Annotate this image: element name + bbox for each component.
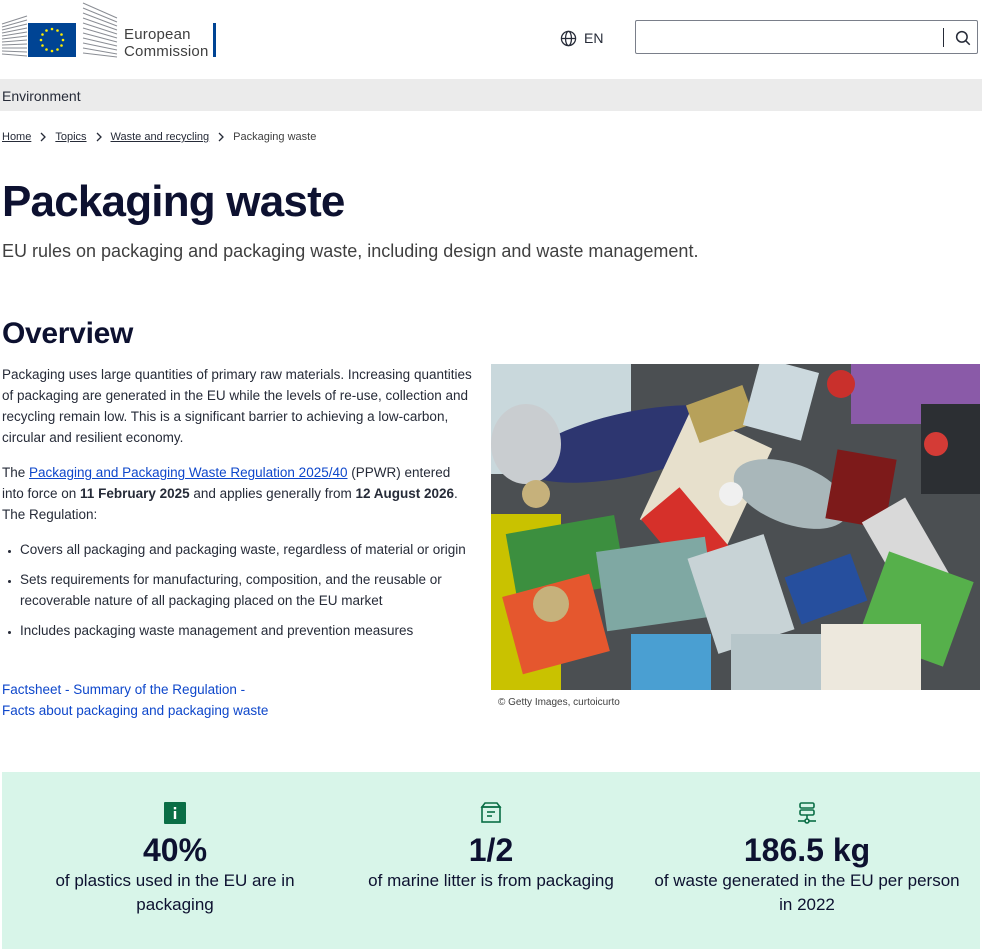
regulation-bullet-list: Covers all packaging and packaging waste…	[2, 539, 474, 641]
language-code: EN	[584, 30, 604, 46]
archive-box-icon	[480, 802, 502, 823]
database-icon	[798, 802, 816, 824]
overview-heading: Overview	[2, 317, 134, 350]
breadcrumb-waste-and-recycling[interactable]: Waste and recycling	[111, 131, 210, 143]
globe-icon	[560, 30, 577, 46]
search-box	[635, 20, 978, 54]
stat-value: 40%	[142, 832, 208, 868]
packaging-waste-photo	[491, 364, 980, 690]
european-commission-logo[interactable]: European Commission	[0, 0, 220, 64]
statistics-band: 40% of plastics used in the EU are in pa…	[2, 772, 980, 949]
list-item: Sets requirements for manufacturing, com…	[20, 569, 474, 611]
stat-label: of marine litter is from packaging	[368, 871, 614, 890]
chevron-right-icon	[217, 132, 225, 142]
factsheet-summary-link[interactable]: Factsheet - Summary of the Regulation -	[2, 682, 245, 697]
overview-text: Packaging uses large quantities of prima…	[2, 364, 474, 650]
site-header: European Commission EN	[0, 0, 982, 79]
stat-label: of waste generated in the EU per person …	[654, 871, 960, 914]
list-item: Includes packaging waste management and …	[20, 620, 474, 641]
search-divider	[943, 28, 944, 47]
logo-text: European Commission	[124, 26, 209, 60]
search-button[interactable]	[948, 22, 978, 54]
logo-divider	[213, 23, 216, 57]
breadcrumb: Home Topics Waste and recycling Packagin…	[2, 131, 316, 143]
site-name-bar: Environment	[0, 79, 982, 111]
page-title: Packaging waste	[2, 177, 345, 226]
breadcrumb-current: Packaging waste	[233, 131, 317, 143]
overview-paragraph-1: Packaging uses large quantities of prima…	[2, 367, 472, 445]
breadcrumb-topics[interactable]: Topics	[55, 131, 86, 143]
application-date: 12 August 2026	[355, 486, 455, 501]
ppwr-regulation-link[interactable]: Packaging and Packaging Waste Regulation…	[29, 465, 347, 480]
chevron-right-icon	[39, 132, 47, 142]
language-selector[interactable]: EN	[560, 28, 603, 48]
info-icon	[164, 802, 186, 824]
stat-value: 1/2	[468, 832, 514, 868]
chevron-right-icon	[95, 132, 103, 142]
site-name-link[interactable]: Environment	[2, 88, 81, 104]
overview-paragraph-2: The Packaging and Packaging Waste Regula…	[2, 462, 474, 525]
breadcrumb-home[interactable]: Home	[2, 131, 31, 143]
search-input[interactable]	[636, 21, 936, 53]
logo-line-2: Commission	[124, 43, 209, 60]
entry-into-force-date: 11 February 2025	[80, 486, 190, 501]
logo-line-1: European	[124, 26, 191, 43]
stat-value: 186.5 kg	[743, 832, 871, 868]
facts-about-packaging-link[interactable]: Facts about packaging and packaging wast…	[2, 703, 268, 718]
packaging-waste-image	[491, 364, 980, 690]
page-lead: EU rules on packaging and packaging wast…	[2, 241, 699, 261]
overview-links: Factsheet - Summary of the Regulation - …	[2, 679, 268, 721]
list-item: Covers all packaging and packaging waste…	[20, 539, 474, 560]
photo-caption: © Getty Images, curtoicurto	[498, 697, 620, 708]
p2-text-before: The	[2, 465, 30, 480]
stat-label: of plastics used in the EU are in packag…	[55, 871, 295, 914]
p2-text-middle-2: and applies generally from	[189, 486, 356, 501]
search-icon	[955, 30, 971, 46]
